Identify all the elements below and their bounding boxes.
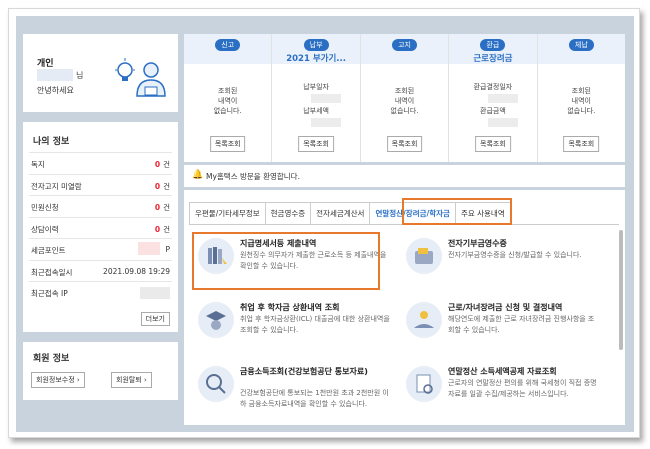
- bell-icon: 🔔: [192, 170, 204, 180]
- payment-date-label: 납부일자: [303, 83, 329, 91]
- hands-icon: [406, 302, 442, 338]
- my-info-panel: 나의 정보 독지 0건 전자고지 미열람 0건 민원신청 0건 상담이력 0건 …: [23, 122, 178, 332]
- edit-member-button[interactable]: 회원정보수정 ›: [31, 372, 85, 388]
- greeting: 안녕하세요: [37, 86, 74, 95]
- list-view-button[interactable]: 목록조회: [209, 136, 246, 152]
- list-view-button[interactable]: 목록조회: [386, 136, 423, 152]
- user-name-masked: [37, 69, 73, 81]
- info-row[interactable]: 상담이력 0건: [29, 216, 172, 239]
- scrollbar[interactable]: [619, 230, 623, 350]
- info-value: P: [165, 245, 170, 254]
- tax-point-masked: [138, 242, 160, 255]
- wallet-icon: [406, 238, 442, 274]
- last-login-ip-masked: [140, 287, 170, 299]
- tab-e-invoice[interactable]: 전자세금계산서: [310, 202, 371, 224]
- summary-report: 신고 조회된 내역이 없습니다. 목록조회: [184, 34, 273, 162]
- list-view-button[interactable]: 목록조회: [563, 136, 600, 152]
- withdraw-button[interactable]: 회원탈퇴 ›: [111, 372, 152, 388]
- refund-amount-label: 환급금액: [480, 107, 506, 115]
- service-desc: 해당연도에 제출한 근로 자녀장려금 진행사항을 조회할 수 있습니다.: [448, 315, 595, 334]
- service-title: 근로/자녀장려금 신청 및 결정내역: [448, 303, 563, 312]
- masked-value: [487, 94, 518, 103]
- user-idea-icon: [115, 58, 166, 97]
- tab-cash-receipt[interactable]: 현금영수증: [264, 202, 312, 224]
- masked-value: [311, 94, 342, 103]
- member-info-panel: 회원 정보 회원정보수정 › 회원탈퇴 ›: [23, 342, 178, 400]
- badge-notice: 고지: [392, 39, 417, 51]
- list-view-button[interactable]: 목록조회: [475, 136, 511, 152]
- info-label: 전자고지 미열람: [31, 181, 82, 191]
- info-label: 최근접속일시: [31, 267, 73, 277]
- info-row[interactable]: 독지 0건: [29, 152, 172, 174]
- page-background: 개인 님 안녕하세요 나의 정보 독지 0건 전자고지 미열람 0건 민원신청 …: [16, 16, 634, 432]
- service-item[interactable]: 근로/자녀장려금 신청 및 결정내역 해당연도에 제출한 근로 자녀장려금 진행…: [406, 302, 606, 362]
- more-button[interactable]: 더보기: [140, 312, 170, 326]
- badge-report: 신고: [215, 39, 241, 51]
- refund-subtitle[interactable]: 근로장려금: [449, 52, 536, 64]
- service-panel: 우편물/기타세무정보 현금영수증 전자세금계산서 연말정산/장려금/학자금 주요…: [184, 190, 625, 425]
- tab-mail[interactable]: 우편물/기타세무정보: [189, 202, 266, 224]
- summary-notice: 고지 조회된 내역이 없습니다. 목록조회: [360, 34, 450, 162]
- welcome-message: My홈택스 방문을 환영합니다.: [206, 172, 300, 181]
- last-login-time: 2021.09.08 19:29: [103, 266, 170, 276]
- badge-payment: 납부: [303, 39, 329, 51]
- service-item[interactable]: 연말정산 소득세액공제 자료조회 근로자의 연말정산 편의를 위해 국세청이 직…: [406, 366, 606, 426]
- service-item[interactable]: 취업 후 학자금 상환내역 조회 취업 후 학자금상환(ICL) 대출금에 대한…: [198, 302, 398, 362]
- payment-subtitle[interactable]: 2021 부가기...: [272, 52, 359, 64]
- summary-arrears: 체납 조회된 내역이 없습니다. 목록조회: [537, 34, 626, 162]
- service-title: 연말정산 소득세액공제 자료조회: [448, 367, 557, 376]
- member-info-title: 회원 정보: [33, 354, 70, 364]
- info-label: 세금포인트: [31, 246, 66, 255]
- profile-card: 개인 님 안녕하세요: [23, 34, 178, 112]
- active-tab-highlight: [402, 198, 512, 225]
- info-row: 최근접속 IP: [29, 281, 172, 303]
- refund-date-label: 환급결정일자: [473, 83, 513, 91]
- info-label: 최근접속 IP: [31, 289, 68, 298]
- payment-amount-label: 납부세액: [303, 107, 329, 115]
- summary-payment: 납부 2021 부가기... 납부일자 납부세액 목록조회: [272, 34, 361, 162]
- service-desc: 건강보험공단에 통보되는 1천만원 초과 2천만원 이하 금융소득자료내역을 확…: [240, 389, 389, 408]
- summary-refund: 환급 근로장려금 환급결정일자 환급금액 목록조회: [449, 34, 538, 162]
- badge-refund: 환급: [480, 39, 506, 51]
- profile-type: 개인: [37, 59, 54, 69]
- info-label: 민원신청: [31, 203, 59, 212]
- info-value: 0건: [154, 203, 170, 212]
- service-desc: 근로자의 연말정산 편의를 위해 국세청이 직접 증명자료를 일괄 수집/제공하…: [448, 379, 597, 398]
- service-item[interactable]: 금융소득조회(건강보험공단 통보자료) 건강보험공단에 통보되는 1천만원 초과…: [198, 366, 398, 426]
- welcome-bar: 🔔 My홈택스 방문을 환영합니다.: [184, 165, 625, 187]
- masked-value: [311, 118, 342, 127]
- item-highlight: [192, 232, 380, 290]
- list-view-button[interactable]: 목록조회: [298, 136, 334, 152]
- info-label: 독지: [31, 160, 45, 169]
- service-title: 취업 후 학자금 상환내역 조회: [240, 303, 340, 312]
- info-row[interactable]: 세금포인트 P: [29, 238, 172, 260]
- masked-value: [487, 118, 518, 127]
- info-row: 최근접속일시 2021.09.08 19:29: [29, 259, 172, 282]
- info-row[interactable]: 전자고지 미열람 0건: [29, 173, 172, 196]
- honorific: 님: [76, 71, 84, 80]
- info-value: 0건: [154, 181, 170, 191]
- info-value: 0건: [154, 224, 170, 234]
- search-money-icon: [198, 366, 234, 402]
- summary-bar: 신고 조회된 내역이 없습니다. 목록조회 납부 2021 부가기... 납부일자 납…: [184, 34, 626, 162]
- service-title: 금융소득조회(건강보험공단 통보자료): [240, 367, 368, 376]
- service-desc: 전자기부금영수증을 신청/발급할 수 있습니다.: [448, 251, 582, 259]
- service-desc: 취업 후 학자금상환(ICL) 대출금에 대한 상환내역을 조회할 수 있습니다…: [240, 315, 390, 334]
- my-info-title: 나의 정보: [33, 137, 70, 147]
- info-row[interactable]: 민원신청 0건: [29, 195, 172, 217]
- info-value: 0건: [154, 160, 170, 169]
- document-search-icon: [406, 366, 442, 402]
- info-label: 상담이력: [31, 224, 59, 234]
- badge-arrears: 체납: [568, 39, 594, 51]
- service-item[interactable]: 전자기부금영수증 전자기부금영수증을 신청/발급할 수 있습니다.: [406, 238, 606, 298]
- service-title: 전자기부금영수증: [448, 239, 507, 248]
- graduate-icon: [198, 302, 234, 338]
